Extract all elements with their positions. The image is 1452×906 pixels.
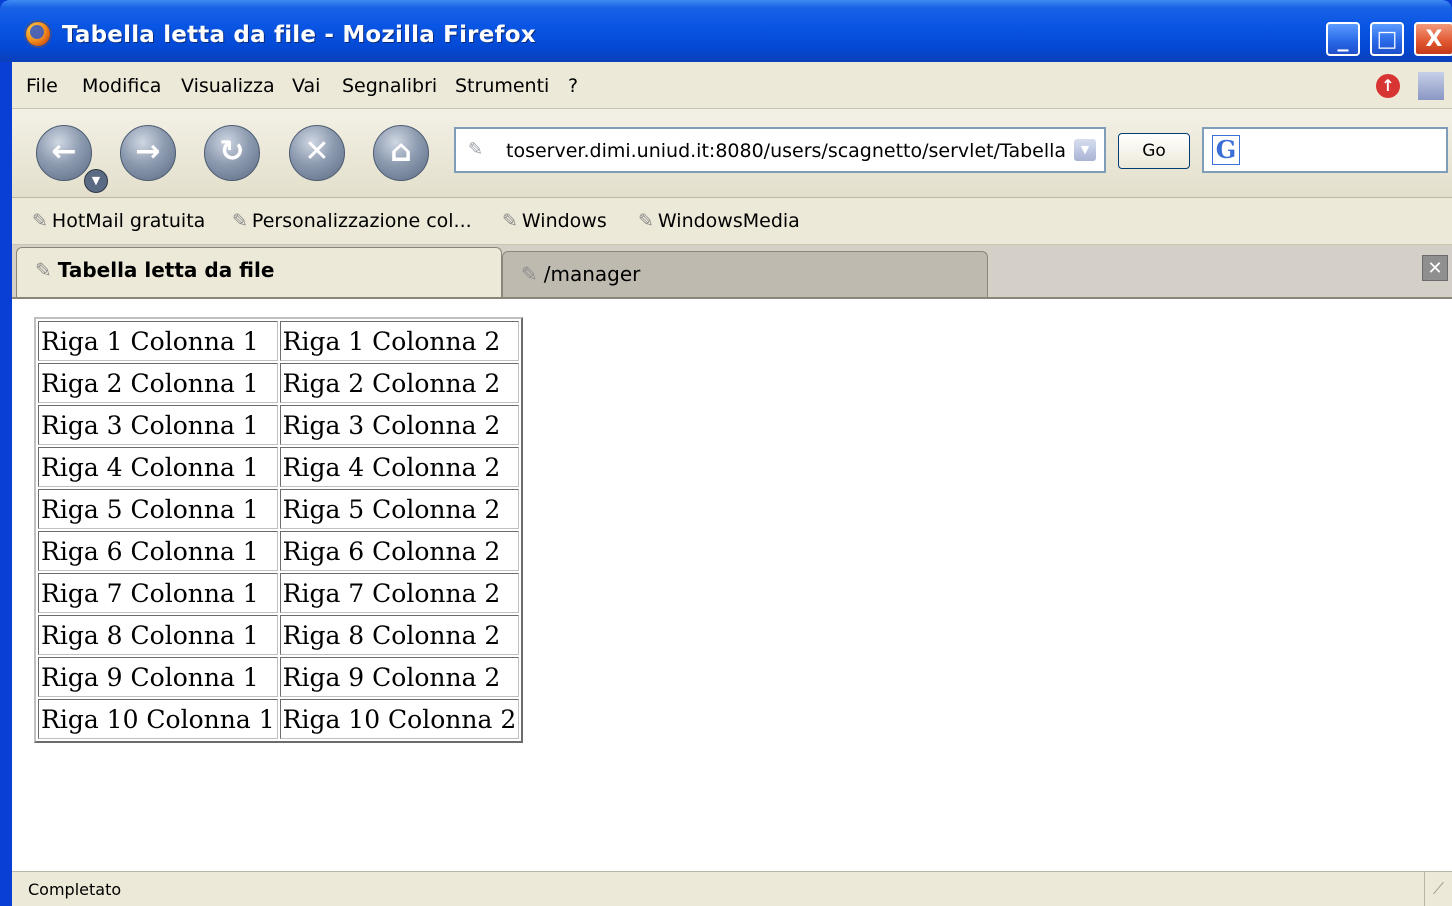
browser-window: Tabella letta da file - Mozilla Firefox … [0, 0, 1452, 906]
table-row: Riga 8 Colonna 1 Riga 8 Colonna 2 [38, 615, 520, 655]
page-icon: ✎ [468, 139, 484, 160]
forward-button[interactable]: → [120, 125, 176, 181]
table-row: Riga 2 Colonna 1 Riga 2 Colonna 2 [38, 363, 520, 403]
status-bar: Completato ⟋ [12, 871, 1452, 906]
table-cell: Riga 1 Colonna 1 [38, 321, 278, 361]
table-cell: Riga 10 Colonna 1 [38, 699, 278, 739]
bookmark-icon: ✎ [232, 210, 248, 232]
table-cell: Riga 7 Colonna 2 [279, 573, 520, 613]
throbber-icon [1418, 72, 1444, 100]
menu-help[interactable]: ? [568, 75, 578, 97]
go-button[interactable]: Go [1118, 133, 1190, 169]
table-cell: Riga 5 Colonna 2 [279, 489, 520, 529]
table-row: Riga 9 Colonna 1 Riga 9 Colonna 2 [38, 657, 520, 697]
minimize-button[interactable]: _ [1326, 22, 1360, 56]
table-cell: Riga 9 Colonna 1 [38, 657, 278, 697]
window-title: Tabella letta da file - Mozilla Firefox [62, 22, 536, 48]
tab-tabella-letta-da-file[interactable]: ✎ Tabella letta da file [16, 247, 502, 297]
table-cell: Riga 5 Colonna 1 [38, 489, 278, 529]
table-cell: Riga 4 Colonna 2 [279, 447, 520, 487]
menu-segnalibri[interactable]: Segnalibri [342, 75, 437, 97]
table-cell: Riga 7 Colonna 1 [38, 573, 278, 613]
menu-modifica[interactable]: Modifica [82, 75, 161, 97]
table-cell: Riga 2 Colonna 1 [38, 363, 278, 403]
reload-icon: ↻ [219, 134, 245, 169]
url-history-dropdown-icon[interactable]: ▼ [1074, 139, 1096, 161]
menu-file[interactable]: File [26, 75, 58, 97]
navigation-toolbar: ← ▼ → ↻ ✕ ⌂ ✎ toserver.dimi.uniud.it:808… [12, 109, 1452, 198]
search-bar[interactable]: G [1202, 127, 1448, 173]
table-cell: Riga 3 Colonna 2 [279, 405, 520, 445]
title-bar[interactable]: Tabella letta da file - Mozilla Firefox … [0, 0, 1452, 62]
stop-icon: ✕ [304, 134, 330, 169]
bookmark-hotmail[interactable]: ✎ HotMail gratuita [32, 210, 205, 232]
table-cell: Riga 4 Colonna 1 [38, 447, 278, 487]
bookmark-windows[interactable]: ✎ Windows [502, 210, 607, 232]
table-cell: Riga 6 Colonna 1 [38, 531, 278, 571]
update-alert-icon[interactable]: ↑ [1376, 74, 1400, 98]
table-row: Riga 6 Colonna 1 Riga 6 Colonna 2 [38, 531, 520, 571]
back-button[interactable]: ← [36, 125, 92, 181]
bookmark-personalizzazione[interactable]: ✎ Personalizzazione col... [232, 210, 472, 232]
firefox-logo-icon [24, 20, 52, 48]
menu-visualizza[interactable]: Visualizza [181, 75, 275, 97]
url-input[interactable]: toserver.dimi.uniud.it:8080/users/scagne… [506, 140, 1066, 162]
table-row: Riga 5 Colonna 1 Riga 5 Colonna 2 [38, 489, 520, 529]
maximize-button[interactable]: □ [1370, 22, 1404, 56]
home-button[interactable]: ⌂ [373, 125, 429, 181]
arrow-right-icon: → [135, 134, 161, 169]
bookmark-icon: ✎ [638, 210, 654, 232]
bookmarks-toolbar: ✎ HotMail gratuita ✎ Personalizzazione col… [12, 198, 1452, 245]
bookmark-icon: ✎ [32, 210, 48, 232]
home-icon: ⌂ [390, 134, 412, 169]
menu-strumenti[interactable]: Strumenti [455, 75, 549, 97]
tab-manager[interactable]: ✎/manager [502, 251, 988, 297]
arrow-left-icon: ← [51, 134, 77, 169]
stop-button[interactable]: ✕ [289, 125, 345, 181]
table-row: Riga 4 Colonna 1 Riga 4 Colonna 2 [38, 447, 520, 487]
page-content: Riga 1 Colonna 1 Riga 1 Colonna 2 Riga 2 … [12, 299, 1452, 871]
table-cell: Riga 3 Colonna 1 [38, 405, 278, 445]
close-window-button[interactable]: X [1414, 22, 1452, 56]
table-cell: Riga 6 Colonna 2 [279, 531, 520, 571]
table-row: Riga 7 Colonna 1 Riga 7 Colonna 2 [38, 573, 520, 613]
table-cell: Riga 9 Colonna 2 [279, 657, 520, 697]
table-row: Riga 1 Colonna 1 Riga 1 Colonna 2 [38, 321, 520, 361]
bookmark-windowsmedia[interactable]: ✎ WindowsMedia [638, 210, 800, 232]
table-cell: Riga 2 Colonna 2 [279, 363, 520, 403]
table-cell: Riga 10 Colonna 2 [279, 699, 520, 739]
table-cell: Riga 1 Colonna 2 [279, 321, 520, 361]
close-tab-icon[interactable]: ✕ [1422, 255, 1448, 281]
data-table: Riga 1 Colonna 1 Riga 1 Colonna 2 Riga 2 … [34, 317, 524, 743]
reload-button[interactable]: ↻ [204, 125, 260, 181]
google-search-engine-icon[interactable]: G [1212, 135, 1240, 165]
menu-bar: File Modifica Visualizza Vai Segnalibri … [12, 62, 1452, 109]
table-cell: Riga 8 Colonna 1 [38, 615, 278, 655]
table-row: Riga 3 Colonna 1 Riga 3 Colonna 2 [38, 405, 520, 445]
menu-vai[interactable]: Vai [292, 75, 320, 97]
url-bar[interactable]: ✎ toserver.dimi.uniud.it:8080/users/scag… [454, 127, 1106, 173]
table-row: Riga 10 Colonna 1 Riga 10 Colonna 2 [38, 699, 520, 739]
page-icon: ✎ [521, 262, 538, 286]
table-cell: Riga 8 Colonna 2 [279, 615, 520, 655]
bookmark-icon: ✎ [502, 210, 518, 232]
page-icon: ✎ [35, 258, 52, 282]
resize-grip-icon[interactable]: ⟋ [1424, 872, 1452, 906]
back-history-dropdown-icon[interactable]: ▼ [84, 169, 108, 193]
status-text: Completato [28, 880, 122, 899]
tab-bar: ✎ Tabella letta da file ✎/manager ✕ [12, 245, 1452, 299]
